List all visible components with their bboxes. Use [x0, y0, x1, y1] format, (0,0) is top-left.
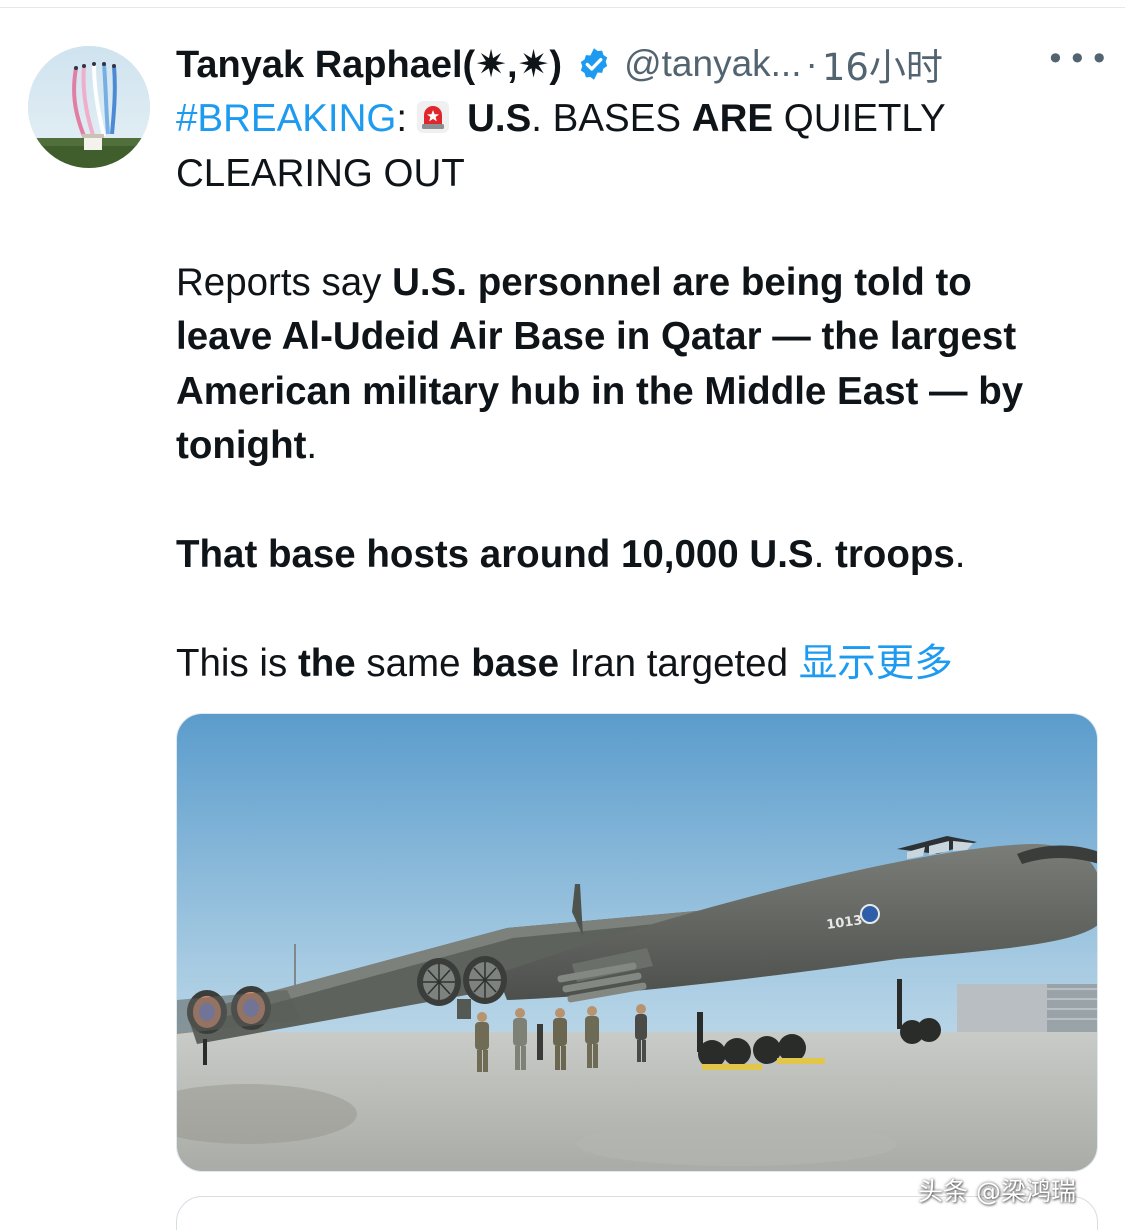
p1-end: .	[306, 424, 318, 467]
show-more-link[interactable]: 显示更多	[799, 641, 953, 686]
headline: #BREAKING: U.S. BASES ARE QUIETLY CLEARI…	[176, 92, 1076, 201]
paragraph-3: This is the same base Iran targeted 显示更多	[176, 637, 1076, 692]
p2-end2: .	[954, 533, 966, 576]
paragraph-1: Reports say U.S. personnel are being tol…	[176, 256, 1076, 474]
p3-e: Iran targeted	[559, 642, 799, 685]
paragraph-2: That base hosts around 10,000 U.S. troop…	[176, 528, 1076, 583]
post-timestamp[interactable]: 16小时	[822, 37, 943, 91]
author-name[interactable]: Tanyak Raphael(✷,✷)	[176, 42, 562, 87]
p2-bold: That base hosts around 10,000 U.S	[176, 533, 814, 576]
siren-emoji-icon	[413, 97, 453, 137]
post-text: #BREAKING: U.S. BASES ARE QUIETLY CLEARI…	[176, 92, 1076, 692]
avatar-image	[28, 46, 150, 168]
p2-bold2: troops	[835, 533, 955, 576]
p1-lead: Reports say	[176, 260, 393, 304]
p3-b: the	[297, 642, 356, 685]
header-separator: ·	[805, 43, 818, 84]
p2-end: .	[813, 533, 835, 576]
p3-c: same	[355, 642, 472, 685]
author-handle[interactable]: @tanyak...	[624, 43, 801, 85]
post-header: Tanyak Raphael(✷,✷) @tanyak... · 16小时 ••…	[176, 37, 1109, 91]
top-divider	[0, 7, 1125, 8]
p3-d: base	[471, 642, 559, 685]
verified-badge-icon	[576, 46, 612, 82]
p3-a: This is	[176, 642, 298, 685]
headline-bases: . BASES	[531, 97, 692, 140]
headline-are: ARE	[691, 97, 774, 140]
headline-us: U.S	[467, 97, 532, 140]
watermark: 头条 @梁鸿瑞	[918, 1177, 1076, 1206]
post-image[interactable]: 1013	[176, 713, 1098, 1172]
headline-colon: :	[396, 97, 408, 140]
more-options-icon[interactable]: •••	[1046, 40, 1112, 78]
hashtag-link[interactable]: #BREAKING	[176, 97, 396, 140]
bomber-photo: 1013	[177, 714, 1097, 1171]
author-avatar[interactable]	[28, 46, 150, 168]
